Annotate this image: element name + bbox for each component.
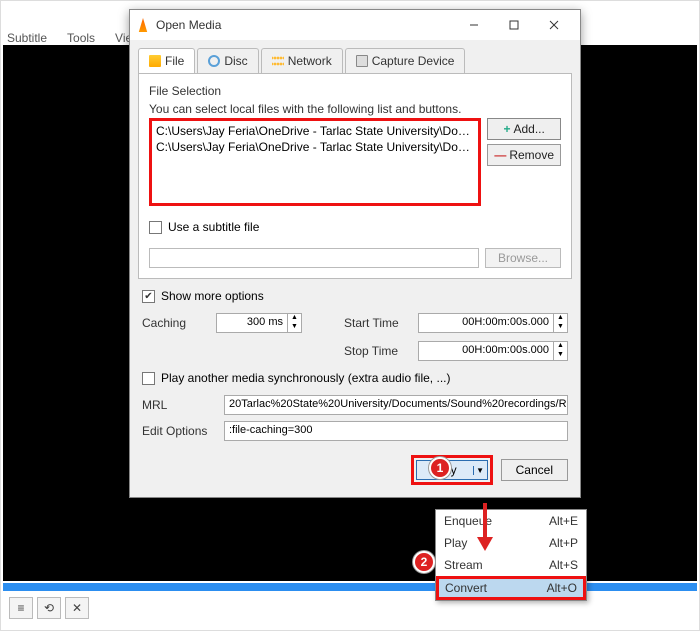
menu-stream-label: Stream <box>444 558 483 572</box>
menu-play-accel: Alt+P <box>549 536 578 550</box>
menu-convert-label: Convert <box>445 581 487 595</box>
subtitle-checkbox[interactable] <box>149 221 162 234</box>
mrl-input[interactable]: 20Tarlac%20State%20University/Documents/… <box>224 395 568 415</box>
play-dropdown-menu: EnqueueAlt+E Play Alt+P Stream Alt+S Conve… <box>435 509 587 601</box>
another-media-label: Play another media synchronously (extra … <box>161 371 450 385</box>
shuffle-button[interactable]: ✕ <box>65 597 89 619</box>
network-icon <box>272 55 284 67</box>
show-more-label: Show more options <box>161 289 264 303</box>
open-media-dialog: Open Media File Disc Network Capture Dev… <box>129 9 581 498</box>
browse-button: Browse... <box>485 248 561 268</box>
stop-time-value: 00H:00m:00s.000 <box>419 342 553 360</box>
dialog-title: Open Media <box>156 18 454 32</box>
subtitle-path-input <box>149 248 479 268</box>
plus-icon: + <box>503 122 510 136</box>
start-time-value: 00H:00m:00s.000 <box>419 314 553 332</box>
capture-icon <box>356 55 368 67</box>
vlc-icon <box>136 18 150 32</box>
caching-input[interactable]: 300 ms▲▼ <box>216 313 302 333</box>
edit-options-input[interactable]: :file-caching=300 <box>224 421 568 441</box>
file-selection-label: File Selection <box>149 84 561 98</box>
close-button[interactable] <box>534 10 574 40</box>
tab-disc[interactable]: Disc <box>197 48 258 73</box>
maximize-button[interactable] <box>494 10 534 40</box>
menu-play[interactable]: Play Alt+P <box>436 532 586 554</box>
play-button-highlight: Play ▼ <box>411 455 492 485</box>
file-selection-hint: You can select local files with the foll… <box>149 102 561 116</box>
file-list[interactable]: C:\Users\Jay Feria\OneDrive - Tarlac Sta… <box>149 118 481 206</box>
minimize-button[interactable] <box>454 10 494 40</box>
stop-time-input[interactable]: 00H:00m:00s.000▲▼ <box>418 341 568 361</box>
remove-button-label: Remove <box>509 148 554 162</box>
tab-network[interactable]: Network <box>261 48 343 73</box>
file-entry[interactable]: C:\Users\Jay Feria\OneDrive - Tarlac Sta… <box>156 139 474 155</box>
callout-1: 1 <box>429 457 451 479</box>
tab-file[interactable]: File <box>138 48 195 73</box>
menu-convert[interactable]: Convert Alt+O <box>436 576 586 600</box>
menu-enqueue-accel: Alt+E <box>549 514 578 528</box>
menu-play-label: Play <box>444 536 467 550</box>
seek-bar[interactable] <box>3 583 697 591</box>
tab-disc-label: Disc <box>224 54 247 68</box>
file-icon <box>149 55 161 67</box>
caching-label: Caching <box>142 316 216 330</box>
remove-button[interactable]: —Remove <box>487 144 561 166</box>
menu-convert-accel: Alt+O <box>547 581 577 595</box>
loop-button[interactable]: ⟲ <box>37 597 61 619</box>
menu-stream-accel: Alt+S <box>549 558 578 572</box>
minus-icon: — <box>494 148 506 162</box>
tab-capture-label: Capture Device <box>372 54 455 68</box>
caching-value: 300 ms <box>217 314 287 332</box>
playlist-button[interactable]: ≡ <box>9 597 33 619</box>
tab-network-label: Network <box>288 54 332 68</box>
start-time-label: Start Time <box>344 316 418 330</box>
start-time-input[interactable]: 00H:00m:00s.000▲▼ <box>418 313 568 333</box>
another-media-checkbox[interactable] <box>142 372 155 385</box>
edit-options-label: Edit Options <box>142 424 216 438</box>
add-button-label: Add... <box>513 122 544 136</box>
menu-stream[interactable]: Stream Alt+S <box>436 554 586 576</box>
add-button[interactable]: +Add... <box>487 118 561 140</box>
show-more-checkbox[interactable] <box>142 290 155 303</box>
play-dropdown-arrow[interactable]: ▼ <box>473 466 487 475</box>
mrl-label: MRL <box>142 398 216 412</box>
titlebar: Open Media <box>130 10 580 40</box>
tab-capture[interactable]: Capture Device <box>345 48 466 73</box>
stop-time-label: Stop Time <box>344 344 418 358</box>
subtitle-checkbox-label: Use a subtitle file <box>168 220 259 234</box>
menu-enqueue[interactable]: EnqueueAlt+E <box>436 510 586 532</box>
arrow-icon <box>473 501 497 553</box>
disc-icon <box>208 55 220 67</box>
tab-file-label: File <box>165 54 184 68</box>
file-entry[interactable]: C:\Users\Jay Feria\OneDrive - Tarlac Sta… <box>156 123 474 139</box>
cancel-button[interactable]: Cancel <box>501 459 568 481</box>
callout-2: 2 <box>413 551 435 573</box>
play-button[interactable]: Play ▼ <box>416 460 487 480</box>
